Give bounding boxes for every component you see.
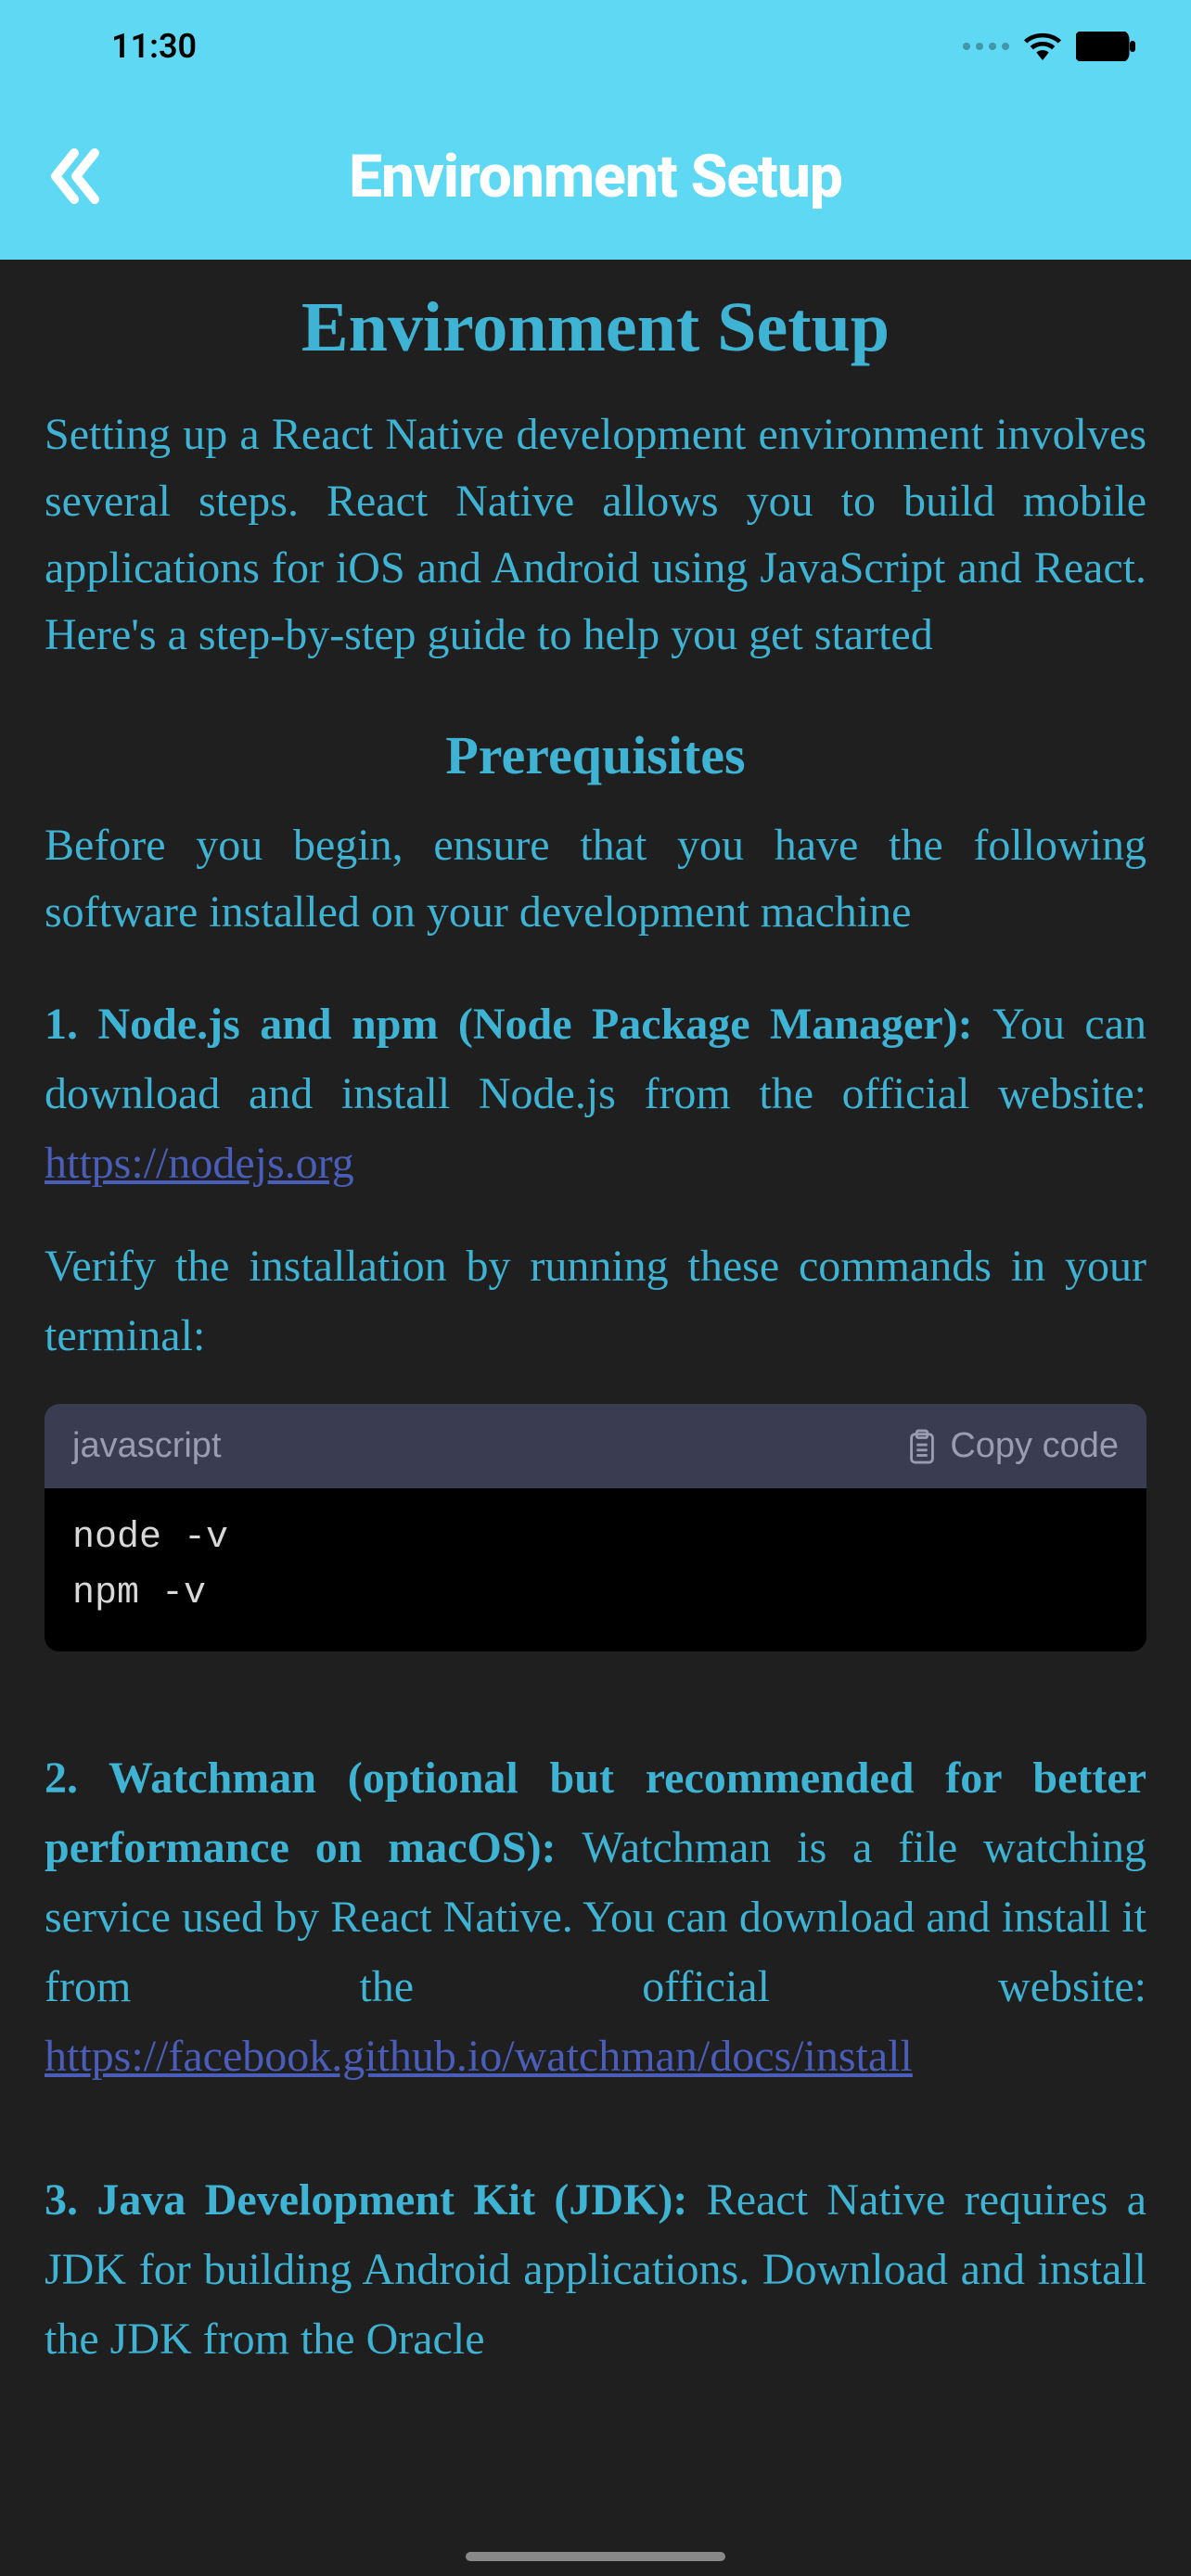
item-1-label: 1. Node.js and npm (Node Package Manager… <box>45 1000 992 1049</box>
clipboard-icon <box>907 1429 937 1464</box>
status-bar: 11:30 <box>0 0 1191 93</box>
content-area: Environment Setup Setting up a React Nat… <box>0 260 1191 2435</box>
prereq-item-2: 2. Watchman (optional but recommended fo… <box>45 1744 1146 2091</box>
chevron-left-double-icon <box>46 144 102 209</box>
prerequisites-title: Prerequisites <box>45 724 1146 786</box>
nav-bar: Environment Setup <box>0 93 1191 260</box>
page-title: Environment Setup <box>45 287 1146 368</box>
status-icons <box>963 32 1135 61</box>
prereq-item-3: 3. Java Development Kit (JDK): React Nat… <box>45 2166 1146 2375</box>
battery-icon <box>1076 32 1135 61</box>
home-indicator[interactable] <box>466 2552 725 2561</box>
code-line: node -v <box>72 1511 1119 1566</box>
copy-code-label: Copy code <box>950 1426 1119 1466</box>
item-3-label: 3. Java Development Kit (JDK): <box>45 2175 707 2225</box>
code-body: node -v npm -v <box>45 1488 1146 1651</box>
nodejs-link[interactable]: https://nodejs.org <box>45 1139 354 1188</box>
code-header: javascript Copy code <box>45 1404 1146 1488</box>
intro-paragraph: Setting up a React Native development en… <box>45 402 1146 669</box>
prereq-item-1: 1. Node.js and npm (Node Package Manager… <box>45 990 1146 1199</box>
code-block: javascript Copy code node -v npm -v <box>45 1404 1146 1651</box>
copy-code-button[interactable]: Copy code <box>907 1426 1119 1466</box>
verify-instruction: Verify the installation by running these… <box>45 1232 1146 1371</box>
back-button[interactable] <box>46 144 102 209</box>
prerequisites-intro: Before you begin, ensure that you have t… <box>45 812 1146 946</box>
wifi-icon <box>1024 32 1061 61</box>
watchman-link[interactable]: https://facebook.github.io/watchman/docs… <box>45 2032 913 2081</box>
status-time: 11:30 <box>111 27 197 66</box>
code-language-label: javascript <box>72 1426 222 1466</box>
code-line: npm -v <box>72 1566 1119 1622</box>
signal-dots-icon <box>963 43 1009 50</box>
nav-title: Environment Setup <box>102 142 1089 211</box>
